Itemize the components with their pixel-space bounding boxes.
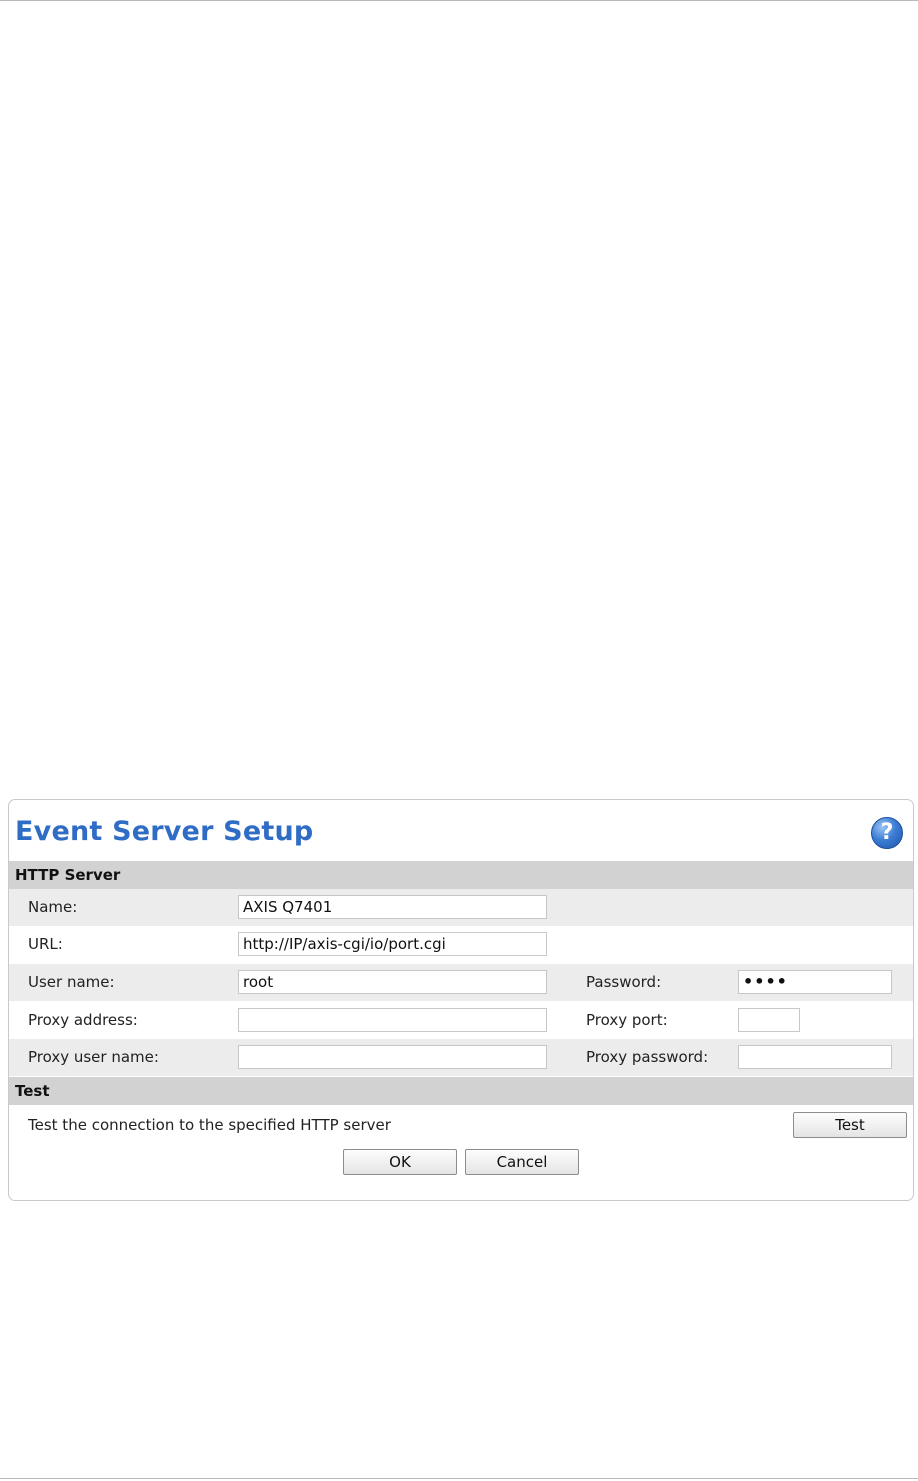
- proxy-password-input[interactable]: [738, 1045, 892, 1069]
- name-input[interactable]: [238, 895, 547, 919]
- test-button[interactable]: Test: [793, 1112, 907, 1138]
- page-title: Event Server Setup: [15, 816, 314, 847]
- url-input[interactable]: [238, 932, 547, 956]
- row-proxy-address: Proxy address: Proxy port:: [9, 1002, 913, 1039]
- user-name-label: User name:: [28, 973, 115, 991]
- user-name-input[interactable]: [238, 970, 547, 994]
- ok-button[interactable]: OK: [343, 1149, 457, 1175]
- proxy-user-name-input[interactable]: [238, 1045, 547, 1069]
- row-proxy-credentials: Proxy user name: Proxy password:: [9, 1039, 913, 1076]
- proxy-password-label: Proxy password:: [586, 1048, 709, 1066]
- page-top-rule: [0, 0, 918, 1]
- row-name: Name:: [9, 889, 913, 926]
- test-description: Test the connection to the specified HTT…: [28, 1116, 391, 1134]
- event-server-setup-panel: Event Server Setup ? HTTP Server Name: U…: [8, 799, 914, 1201]
- proxy-address-label: Proxy address:: [28, 1011, 138, 1029]
- url-label: URL:: [28, 935, 63, 953]
- section-header-test: Test: [9, 1077, 913, 1105]
- page-bottom-rule: [0, 1478, 918, 1479]
- password-label: Password:: [586, 973, 662, 991]
- row-test: Test the connection to the specified HTT…: [9, 1105, 913, 1145]
- section-header-http-server: HTTP Server: [9, 861, 913, 889]
- proxy-address-input[interactable]: [238, 1008, 547, 1032]
- proxy-port-input[interactable]: [738, 1008, 800, 1032]
- row-user-password: User name: Password: ••••: [9, 964, 913, 1001]
- cancel-button[interactable]: Cancel: [465, 1149, 579, 1175]
- password-input[interactable]: ••••: [738, 970, 892, 994]
- proxy-port-label: Proxy port:: [586, 1011, 668, 1029]
- proxy-user-name-label: Proxy user name:: [28, 1048, 159, 1066]
- row-url: URL:: [9, 926, 913, 963]
- name-label: Name:: [28, 898, 78, 916]
- help-question-icon[interactable]: ?: [871, 817, 903, 849]
